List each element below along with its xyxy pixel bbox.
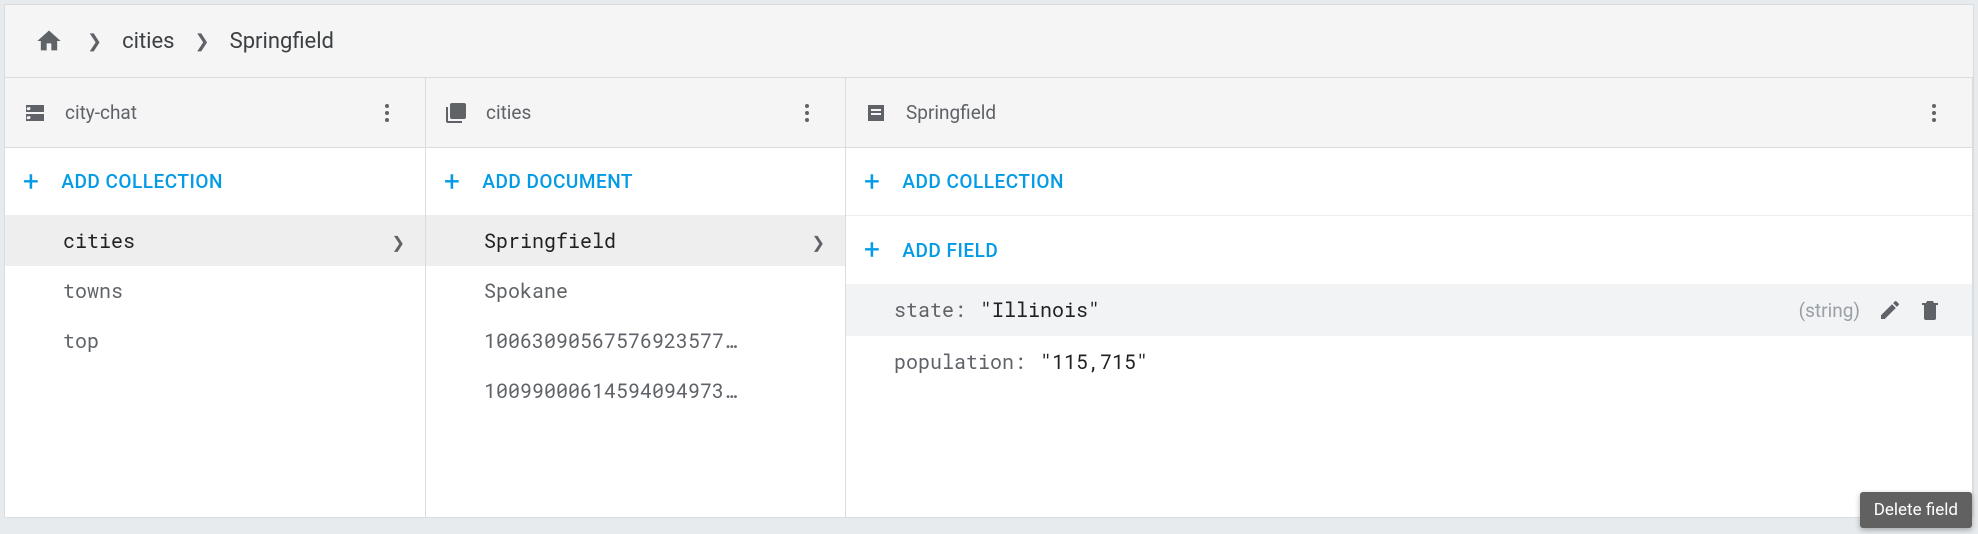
collection-list: Springfield ❯ Spokane 10063090567576923577…… <box>426 216 845 517</box>
root-list: cities ❯ towns top <box>5 216 425 517</box>
add-field-button[interactable]: + ADD FIELD <box>846 216 1972 284</box>
document-list-item[interactable]: Springfield ❯ <box>426 216 845 266</box>
field-key: population <box>894 349 1014 375</box>
breadcrumb-item-current: Springfield <box>230 29 334 54</box>
field-row[interactable]: state:"Illinois"(string) <box>846 284 1972 336</box>
list-item-label: top <box>63 328 99 354</box>
plus-icon: + <box>864 168 880 196</box>
more-vert-icon <box>1922 101 1946 125</box>
collection-header: cities <box>426 78 845 148</box>
delete-field-button[interactable] <box>1910 290 1950 330</box>
plus-icon: + <box>444 168 460 196</box>
home-icon[interactable] <box>31 23 67 59</box>
chevron-right-icon: ❯ <box>87 31 102 52</box>
doc-add-collection-button[interactable]: + ADD COLLECTION <box>846 148 1972 216</box>
document-header: Springfield <box>846 78 1972 148</box>
field-list: state:"Illinois"(string) population:"115… <box>846 284 1972 517</box>
field-value: "115,715" <box>1040 349 1148 375</box>
doc-add-collection-label: ADD COLLECTION <box>902 170 1064 193</box>
add-collection-button[interactable]: + ADD COLLECTION <box>5 148 425 216</box>
collection-icon <box>444 101 468 125</box>
list-item-label: Spokane <box>484 278 568 304</box>
plus-icon: + <box>23 168 39 196</box>
add-collection-label: ADD COLLECTION <box>61 170 223 193</box>
delete-field-tooltip: Delete field <box>1860 492 1972 528</box>
document-list-item[interactable]: 10063090567576923577… <box>426 316 845 366</box>
trash-icon <box>1918 298 1942 322</box>
plus-icon: + <box>864 236 880 264</box>
document-column: Springfield + ADD COLLECTION + ADD FIELD… <box>846 78 1973 517</box>
field-value: "Illinois" <box>980 297 1100 323</box>
document-list-item[interactable]: 10099000614594094973… <box>426 366 845 416</box>
list-item-label: 10099000614594094973… <box>484 378 736 404</box>
list-item-label: 10063090567576923577… <box>484 328 736 354</box>
root-header: city-chat <box>5 78 425 148</box>
chevron-right-icon: ❯ <box>392 227 405 256</box>
root-column: city-chat + ADD COLLECTION cities ❯ towns t… <box>5 78 426 517</box>
collection-list-item[interactable]: cities ❯ <box>5 216 425 266</box>
document-more-button[interactable] <box>1914 93 1954 133</box>
breadcrumb-item[interactable]: cities <box>122 29 174 54</box>
collection-column: cities + ADD DOCUMENT Springfield ❯ Spokan… <box>426 78 846 517</box>
more-vert-icon <box>375 101 399 125</box>
chevron-right-icon: ❯ <box>812 227 825 256</box>
more-vert-icon <box>795 101 819 125</box>
field-key: state <box>894 297 954 323</box>
collection-more-button[interactable] <box>787 93 827 133</box>
collection-list-item[interactable]: top <box>5 316 425 366</box>
list-item-label: towns <box>63 278 123 304</box>
list-item-label: cities <box>63 228 135 254</box>
breadcrumb: ❯ cities ❯ Springfield <box>5 5 1973 77</box>
collection-title: cities <box>486 101 531 124</box>
field-row[interactable]: population:"115,715" <box>846 336 1972 388</box>
pencil-icon <box>1878 298 1902 322</box>
root-more-button[interactable] <box>367 93 407 133</box>
list-item-label: Springfield <box>484 228 616 254</box>
add-field-label: ADD FIELD <box>902 239 998 262</box>
add-document-button[interactable]: + ADD DOCUMENT <box>426 148 845 216</box>
root-title: city-chat <box>65 101 137 124</box>
edit-field-button[interactable] <box>1870 290 1910 330</box>
document-icon <box>864 101 888 125</box>
field-type: (string) <box>1799 299 1860 322</box>
chevron-right-icon: ❯ <box>195 31 210 52</box>
collection-list-item[interactable]: towns <box>5 266 425 316</box>
database-icon <box>23 101 47 125</box>
document-title: Springfield <box>906 101 996 124</box>
document-list-item[interactable]: Spokane <box>426 266 845 316</box>
add-document-label: ADD DOCUMENT <box>482 170 633 193</box>
